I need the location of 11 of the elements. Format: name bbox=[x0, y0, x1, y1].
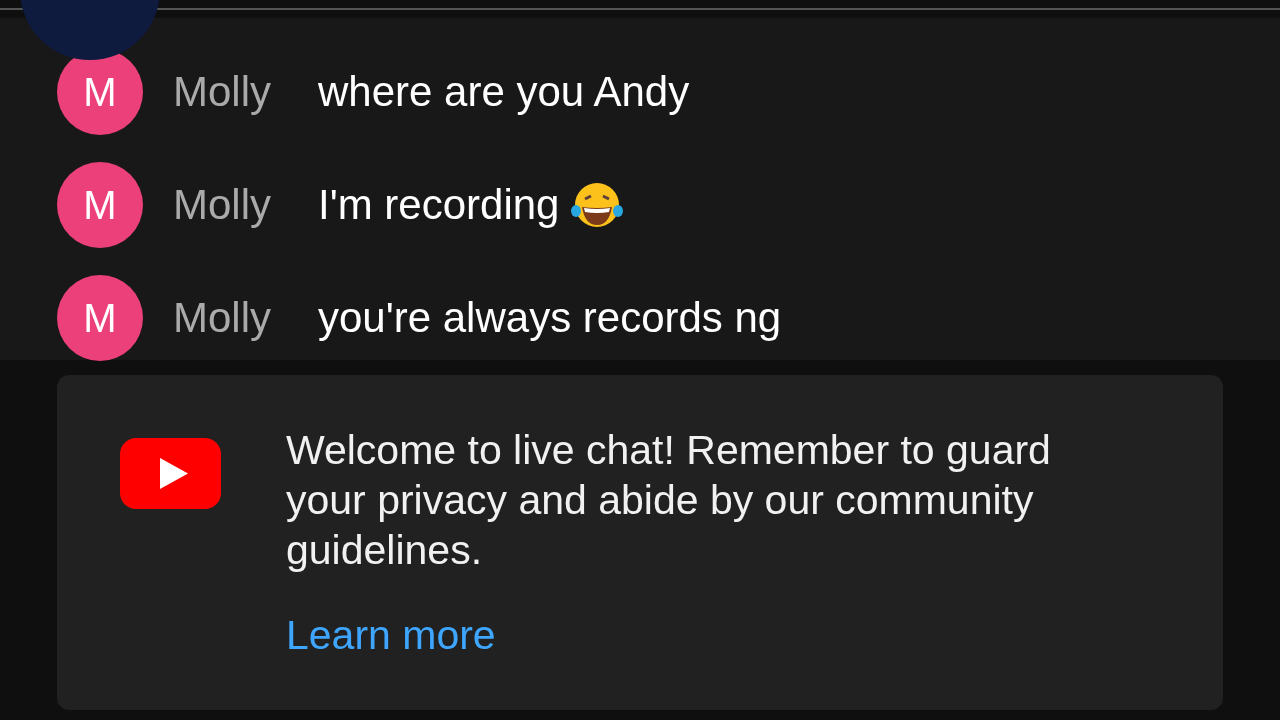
author-name: Molly bbox=[173, 293, 272, 343]
play-logo-icon bbox=[120, 438, 221, 509]
author-name: Molly bbox=[173, 180, 272, 230]
message-text: where are you Andy bbox=[318, 67, 690, 117]
learn-more-link[interactable]: Learn more bbox=[286, 605, 496, 667]
author-name: Molly bbox=[173, 67, 272, 117]
message-text: I'm recording bbox=[318, 180, 560, 230]
welcome-message: Welcome to live chat! Remember to guard your privacy and abide by our community guidelines. bbox=[286, 426, 1052, 575]
avatar: M bbox=[57, 161, 143, 248]
avatar: M bbox=[57, 274, 143, 361]
message-text: you're always records ng bbox=[318, 293, 782, 343]
